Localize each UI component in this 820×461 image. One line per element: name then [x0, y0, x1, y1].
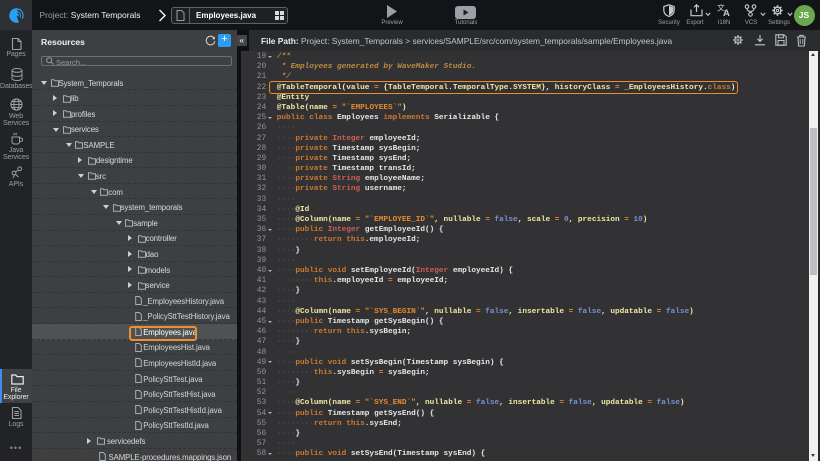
svg-text:A: A [723, 8, 730, 17]
